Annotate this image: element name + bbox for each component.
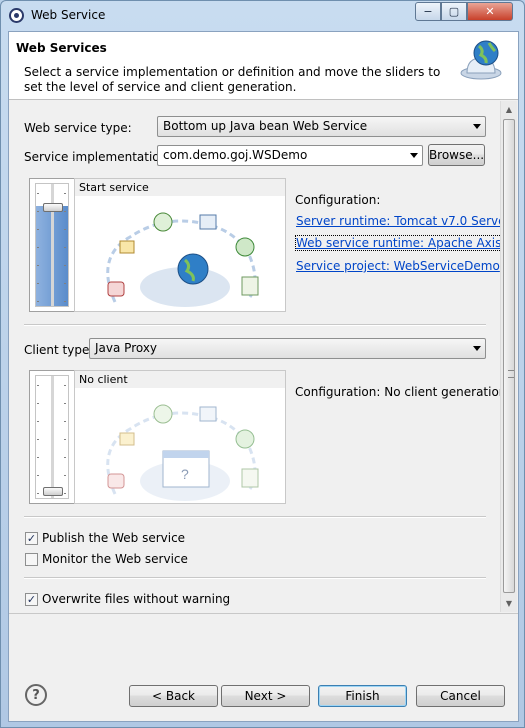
monitor-label[interactable]: Monitor the Web service <box>42 552 188 566</box>
section-divider <box>24 577 486 579</box>
banner-title: Web Services <box>16 41 107 55</box>
section-divider <box>24 324 486 326</box>
slider-tick <box>37 457 39 458</box>
minimize-button[interactable]: − <box>415 2 441 21</box>
dialog-client-area: Web Services Select a service implementa… <box>8 31 519 722</box>
overwrite-label[interactable]: Overwrite files without warning <box>42 592 230 606</box>
slider-tick <box>37 493 39 494</box>
help-icon[interactable]: ? <box>25 684 47 706</box>
slider-tick <box>37 421 39 422</box>
overwrite-checkbox[interactable]: ✓ <box>25 593 38 606</box>
web-service-runtime-link[interactable]: Web service runtime: Apache Axis2 <box>295 235 510 251</box>
chevron-down-icon <box>473 346 481 351</box>
slider-tick <box>64 421 66 422</box>
slider-tick <box>37 211 39 212</box>
web-service-type-dropdown[interactable]: Bottom up Java bean Web Service <box>157 116 486 137</box>
scroll-down-arrow-icon[interactable]: ▼ <box>501 595 517 611</box>
service-implementation-label: Service implementation: <box>24 150 172 164</box>
eclipse-app-icon <box>9 8 24 23</box>
slider-tick <box>64 193 66 194</box>
slider-tick <box>64 265 66 266</box>
cancel-button[interactable]: Cancel <box>416 685 505 707</box>
svg-text:?: ? <box>181 466 189 482</box>
slider-tick <box>37 265 39 266</box>
publish-checkbox[interactable]: ✓ <box>25 532 38 545</box>
slider-tick <box>64 493 66 494</box>
slider-tick <box>64 211 66 212</box>
service-project-link[interactable]: Service project: WebServiceDemo <box>296 259 500 273</box>
slider-tick <box>64 229 66 230</box>
scroll-up-arrow-icon[interactable]: ▲ <box>501 101 517 117</box>
slider-tick <box>64 301 66 302</box>
client-type-dropdown[interactable]: Java Proxy <box>89 338 486 359</box>
slider-tick <box>37 229 39 230</box>
vertical-scrollbar[interactable]: ▲ ▼ <box>500 101 517 612</box>
slider-tick <box>37 439 39 440</box>
close-button[interactable]: ✕ <box>467 2 513 21</box>
chevron-down-icon <box>410 153 418 158</box>
slider-tick <box>37 283 39 284</box>
slider-thumb[interactable] <box>43 487 63 496</box>
banner-description: Select a service implementation or defin… <box>24 65 441 94</box>
slider-tick <box>64 385 66 386</box>
finish-button[interactable]: Finish <box>318 685 407 707</box>
service-type-label: Web service type: <box>24 121 132 135</box>
grip-icon <box>508 370 514 378</box>
slider-tick <box>37 247 39 248</box>
globe-bell-icon <box>460 40 502 80</box>
slider-tick <box>64 403 66 404</box>
slider-tick <box>37 193 39 194</box>
slider-track <box>35 183 69 307</box>
window-title: Web Service <box>31 8 106 22</box>
slider-thumb[interactable] <box>43 203 63 212</box>
service-configuration-label: Configuration: <box>295 193 381 207</box>
service-level-label: Start service <box>75 179 285 196</box>
slider-tick <box>64 457 66 458</box>
wizard-banner: Web Services Select a service implementa… <box>9 32 518 100</box>
back-button[interactable]: < Back <box>129 685 218 707</box>
client-configuration-label: Configuration: No client generation. <box>295 385 511 399</box>
maximize-button[interactable]: ▢ <box>441 2 467 21</box>
browse-button[interactable]: Browse... <box>428 144 485 166</box>
client-diagram: No client ? <box>74 370 286 504</box>
slider-tick <box>64 247 66 248</box>
slider-rail <box>51 376 54 498</box>
slider-tick <box>37 301 39 302</box>
next-button[interactable]: Next > <box>221 685 310 707</box>
slider-tick <box>37 403 39 404</box>
slider-tick <box>64 439 66 440</box>
monitor-checkbox[interactable] <box>25 553 38 566</box>
server-runtime-link[interactable]: Server runtime: Tomcat v7.0 Server <box>296 214 510 228</box>
title-bar: Web Service − ▢ ✕ <box>1 1 524 31</box>
service-diagram: Start service <box>74 178 286 312</box>
web-service-window: Web Service − ▢ ✕ Web Services Select a … <box>0 0 525 728</box>
service-lifecycle-illustration <box>106 212 259 307</box>
service-implementation-input[interactable]: com.demo.goj.WSDemo <box>157 145 423 166</box>
client-type-label: Client type: <box>24 343 94 357</box>
client-lifecycle-illustration: ? <box>106 404 259 501</box>
scrollbar-thumb[interactable] <box>503 119 515 593</box>
slider-tick <box>64 283 66 284</box>
service-level-slider[interactable] <box>29 178 75 312</box>
footer-divider <box>9 613 518 614</box>
client-level-slider[interactable] <box>29 370 75 504</box>
slider-tick <box>37 475 39 476</box>
chevron-down-icon <box>473 124 481 129</box>
slider-tick <box>37 385 39 386</box>
section-divider <box>24 516 486 518</box>
wizard-page-content: Web service type: Bottom up Java bean We… <box>9 101 518 613</box>
slider-track <box>35 375 69 499</box>
slider-tick <box>64 475 66 476</box>
publish-label[interactable]: Publish the Web service <box>42 531 185 545</box>
client-level-label: No client <box>75 371 285 388</box>
